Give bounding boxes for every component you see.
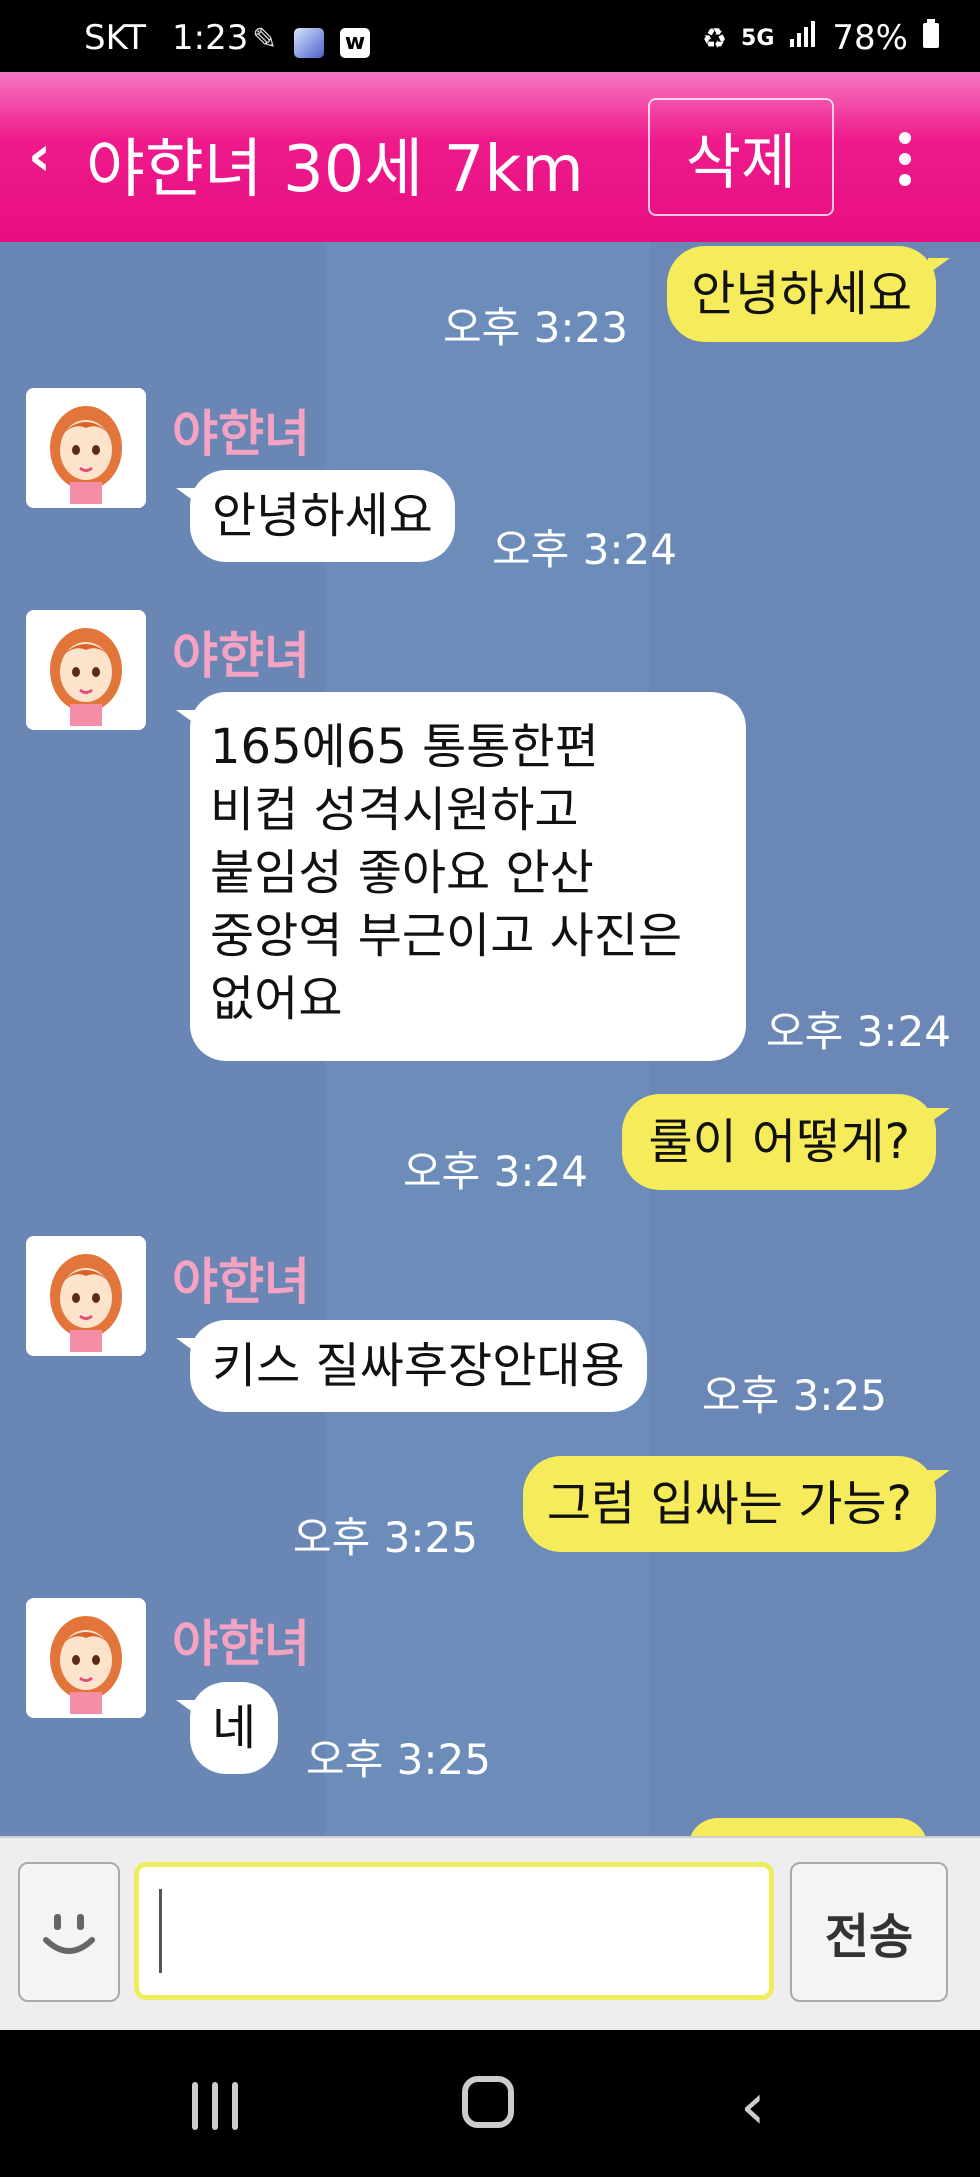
message-time: 오후 3:24 [766,1007,951,1056]
message-time: 오후 3:25 [702,1371,887,1420]
message-line: 비컵 성격시원하고 [210,782,579,838]
chat-header: ‹ 야햔녀 30세 7km 삭제 [0,72,980,242]
signal-icon [788,18,818,58]
back-arrow-icon[interactable]: ‹ [28,124,51,189]
emoticon-button[interactable] [18,1862,120,2002]
partial-next-bubble [688,1818,928,1836]
message-line: 165에65 통통한편 [210,719,599,775]
sender-name: 야햔녀 [172,405,310,463]
avatar-girl-icon [26,610,146,730]
message-time: 오후 3:25 [293,1513,478,1562]
message-time: 오후 3:23 [443,303,628,352]
their-message-bubble[interactable]: 165에65 통통한편 비컵 성격시원하고 붙임성 좋아요 안산 중앙역 부근이… [190,692,746,1061]
notification-w-icon: w [340,28,370,58]
contact-avatar[interactable] [26,1236,146,1356]
system-back-icon[interactable]: ‹ [740,2070,766,2144]
contact-avatar[interactable] [26,1598,146,1718]
network-type-label: 5G [741,25,775,51]
notification-app-icon [294,28,324,58]
sender-name: 야햔녀 [172,1615,310,1673]
my-message-bubble[interactable]: 그럼 입싸는 가능? [522,1456,936,1552]
battery-icon [922,18,940,58]
smiley-icon [43,1914,95,1954]
chat-title: 야햔녀 30세 7km [86,133,584,207]
delete-button[interactable]: 삭제 [648,98,834,216]
contact-avatar[interactable] [26,610,146,730]
bubble-tail [928,258,950,274]
message-line: 없어요 [210,971,343,1027]
message-input[interactable] [134,1862,774,2000]
their-message-bubble[interactable]: 네 [190,1682,279,1774]
battery-saver-icon: ♻ [701,21,728,55]
carrier-label: SKT [84,18,147,58]
recent-apps-icon[interactable] [190,2082,242,2130]
message-line: 중앙역 부근이고 사진은 [210,908,683,964]
avatar-girl-icon [26,388,146,508]
bubble-tail [928,1470,950,1486]
clock: 1:23 [172,18,249,58]
text-cursor [159,1889,162,1973]
bubble-tail [928,1108,950,1124]
contact-avatar[interactable] [26,388,146,508]
message-time: 오후 3:24 [492,525,677,574]
notification-pen-icon: ✎ [252,22,278,57]
battery-percent: 78% [832,18,908,58]
message-line: 붙임성 좋아요 안산 [210,845,594,901]
avatar-girl-icon [26,1236,146,1356]
my-message-bubble[interactable]: 룰이 어떻게? [622,1094,936,1190]
chat-area[interactable]: 오후 3:23 안녕하세요 야햔녀 안녕하세요 오후 3:24 야햔녀 165에… [0,242,980,1836]
my-message-bubble[interactable]: 안녕하세요 [667,246,936,342]
their-message-bubble[interactable]: 키스 질싸후장안대용 [190,1320,647,1412]
system-navigation-bar: ‹ [0,2030,980,2177]
their-message-bubble[interactable]: 안녕하세요 [190,470,455,562]
send-button[interactable]: 전송 [790,1862,948,2002]
sender-name: 야햔녀 [172,627,310,685]
status-bar: SKT 1:23 ✎ w ♻ 5G 78% [0,0,980,72]
message-time: 오후 3:25 [306,1735,491,1784]
message-input-bar: 전송 [0,1836,980,2032]
message-time: 오후 3:24 [403,1147,588,1196]
avatar-girl-icon [26,1598,146,1718]
home-icon[interactable] [462,2076,514,2128]
sender-name: 야햔녀 [172,1253,310,1311]
more-options-icon[interactable] [896,132,914,192]
status-indicators: ♻ 5G 78% [702,18,940,58]
